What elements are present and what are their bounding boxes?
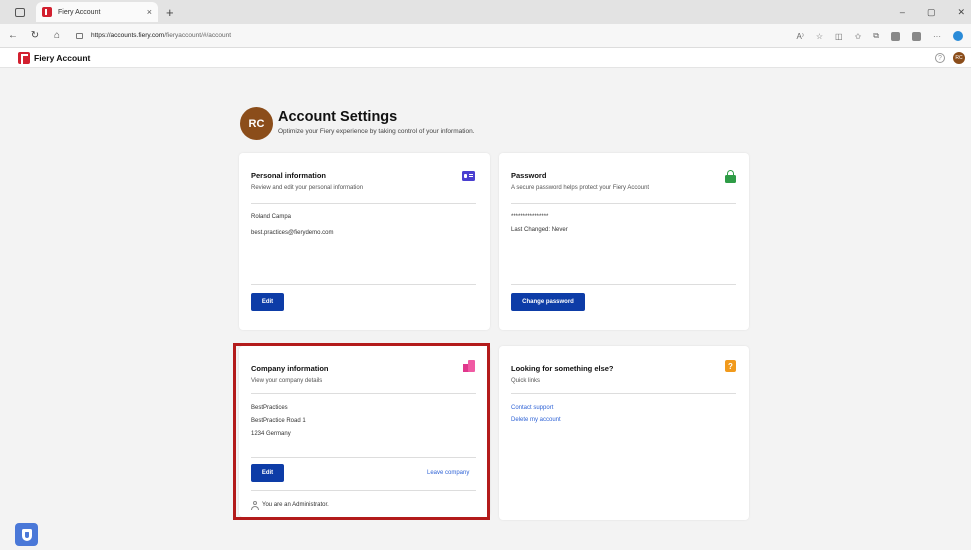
url-field[interactable]: https://accounts.fiery.com/fieryaccount/…: [76, 32, 231, 39]
personal-info-card: Personal information Review and edit you…: [239, 153, 490, 330]
divider: [511, 203, 736, 204]
password-subtitle: A secure password helps protect your Fie…: [511, 185, 650, 191]
avatar: RC: [240, 107, 273, 140]
url-path: /fieryaccount/#/account: [164, 32, 232, 39]
id-card-icon: [462, 171, 475, 181]
minimize-button[interactable]: –: [900, 7, 905, 17]
split-screen-icon[interactable]: ◫: [835, 32, 843, 41]
change-password-button[interactable]: Change password: [511, 293, 585, 311]
personal-edit-button[interactable]: Edit: [251, 293, 284, 311]
favorite-star-icon[interactable]: ☆: [816, 32, 823, 41]
divider: [251, 203, 476, 204]
divider: [251, 284, 476, 285]
read-aloud-icon[interactable]: A⁾: [797, 32, 804, 41]
password-last-changed: Last Changed: Never: [511, 227, 568, 233]
close-window-button[interactable]: ✕: [957, 7, 965, 18]
tab-close-icon[interactable]: ×: [147, 7, 152, 17]
question-icon: ?: [725, 360, 736, 372]
copilot-icon[interactable]: [953, 31, 963, 41]
password-card: Password A secure password helps protect…: [499, 153, 749, 330]
shield-icon: [21, 528, 32, 541]
password-title: Password: [511, 171, 547, 180]
personal-info-title: Personal information: [251, 171, 327, 180]
user-avatar-button[interactable]: RC: [953, 52, 965, 64]
divider: [511, 284, 736, 285]
back-button[interactable]: ←: [4, 30, 22, 41]
personal-email: best.practices@fierydemo.com: [251, 230, 334, 236]
fiery-favicon-icon: [42, 7, 52, 17]
window-controls: – ▢ ✕: [900, 0, 971, 24]
browser-tab-bar: Fiery Account × + – ▢ ✕: [0, 0, 971, 24]
home-button[interactable]: ⌂: [48, 30, 66, 41]
tab-actions-icon: [15, 7, 25, 17]
delete-account-link[interactable]: Delete my account: [511, 417, 561, 423]
contact-support-link[interactable]: Contact support: [511, 405, 553, 411]
extensions-icon[interactable]: [891, 31, 900, 41]
app-header: Fiery Account ? RC: [0, 48, 971, 68]
more-icon[interactable]: ···: [933, 32, 941, 41]
tab-actions-button[interactable]: [10, 2, 30, 22]
maximize-button[interactable]: ▢: [927, 7, 936, 18]
collections-icon[interactable]: ⧉: [873, 31, 879, 41]
brand-name: Fiery Account: [34, 52, 91, 63]
quick-links-title: Looking for something else?: [511, 364, 614, 373]
quick-links-card: Looking for something else? Quick links …: [499, 346, 749, 520]
personal-info-subtitle: Review and edit your personal informatio…: [251, 185, 364, 191]
shield-badge-button[interactable]: [15, 523, 38, 546]
url-domain: https://accounts.fiery.com: [91, 32, 165, 39]
help-icon[interactable]: ?: [935, 53, 945, 63]
refresh-button[interactable]: ↻: [26, 30, 44, 41]
highlight-box: [233, 343, 490, 520]
lock-icon: [725, 170, 736, 183]
favorites-icon[interactable]: ✩: [855, 32, 862, 41]
password-masked: ****************: [511, 214, 549, 220]
fiery-logo-icon: [18, 51, 30, 64]
page-subtitle: Optimize your Fiery experience by taking…: [278, 128, 475, 135]
new-tab-button[interactable]: +: [166, 5, 174, 20]
personal-name: Roland Campa: [251, 214, 292, 220]
lock-icon: [76, 32, 83, 39]
browser-toolbar: A⁾ ☆ ◫ ✩ ⧉ ···: [797, 24, 963, 48]
quick-links-subtitle: Quick links: [511, 378, 541, 384]
address-bar-row: ← ↻ ⌂ https://accounts.fiery.com/fieryac…: [0, 24, 971, 48]
divider: [511, 393, 736, 394]
browser-tab[interactable]: Fiery Account ×: [36, 2, 158, 22]
page-title: Account Settings: [278, 109, 398, 125]
profile-icon[interactable]: [912, 31, 921, 41]
tab-title: Fiery Account: [58, 8, 101, 16]
